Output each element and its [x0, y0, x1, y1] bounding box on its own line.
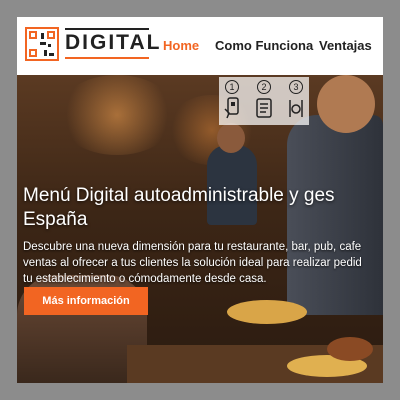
hero-section: 1 2 3 Menú Digital autoadministrable y g…	[17, 75, 383, 383]
brand-name: DIGITAL	[65, 31, 162, 54]
hero-title-line-2: España	[23, 209, 88, 230]
qr-logo-icon	[25, 27, 59, 61]
hero-description-line-2: ventas al ofrecer a tus clientes la solu…	[23, 257, 362, 269]
background-customer-head	[217, 123, 245, 153]
background-light	[57, 75, 177, 155]
scan-qr-icon	[224, 97, 239, 119]
how-it-works-steps: 1 2 3	[219, 77, 309, 125]
hero-description-line-3: tu establecimiento o cómodamente desde c…	[23, 273, 267, 285]
more-info-button[interactable]: Más información	[24, 287, 148, 315]
dining-icon	[289, 100, 303, 117]
site-logo[interactable]: DIGITAL	[25, 27, 159, 65]
food-plate	[227, 300, 307, 324]
nav-home[interactable]: Home	[163, 38, 199, 53]
step-1-number: 1	[225, 80, 239, 94]
nav-ventajas[interactable]: Ventajas	[319, 38, 372, 53]
menu-screen-icon	[256, 98, 272, 118]
hero-title-line-1: Menú Digital autoadministrable y ges	[23, 185, 335, 206]
burger	[327, 337, 373, 361]
step-3-number: 3	[289, 80, 303, 94]
website-viewport: DIGITAL Home Como Funciona Ventajas 1 2 …	[17, 17, 383, 383]
hero-description-line-1: Descubre una nueva dimensión para tu res…	[23, 241, 362, 253]
site-header: DIGITAL Home Como Funciona Ventajas	[17, 17, 383, 75]
step-2-number: 2	[257, 80, 271, 94]
nav-como-funciona[interactable]: Como Funciona	[215, 38, 313, 53]
waiter-head	[317, 75, 375, 133]
waiter-figure	[287, 115, 383, 315]
